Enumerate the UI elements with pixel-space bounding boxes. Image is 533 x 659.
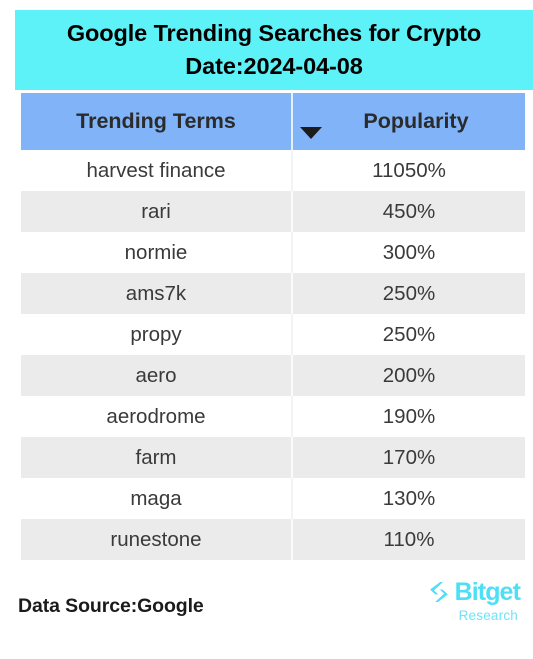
cell-trending-term: normie [21,232,293,273]
cell-trending-term: aerodrome [21,396,293,437]
cell-popularity: 110% [292,519,525,560]
table-row: maga 130% [21,478,525,519]
table-header-row: Trending Terms Popularity [21,93,525,150]
cell-popularity: 250% [292,314,525,355]
cell-trending-term: rari [21,191,293,232]
table-row: runestone 110% [21,519,525,560]
cell-popularity: 130% [292,478,525,519]
cell-trending-term: ams7k [21,273,293,314]
cell-popularity: 11050% [292,150,525,191]
table-body: harvest finance 11050% rari 450% normie 300% a… [21,150,525,560]
table-row: aero 200% [21,355,525,396]
cell-trending-term: harvest finance [21,150,293,191]
column-header-trending-terms-label: Trending Terms [76,109,236,133]
chevron-down-icon[interactable] [300,127,322,139]
table-row: rari 450% [21,191,525,232]
data-source-label: Data Source:Google [18,595,204,617]
bitget-research-logo: Bitget Research [406,577,521,624]
table-row: harvest finance 11050% [21,150,525,191]
cell-popularity: 300% [292,232,525,273]
table-row: normie 300% [21,232,525,273]
trending-searches-table: Trending Terms Popularity harvest financ… [21,93,525,560]
cell-trending-term: maga [21,478,293,519]
cell-trending-term: aero [21,355,293,396]
table-row: aerodrome 190% [21,396,525,437]
page-title-line-1: Google Trending Searches for Crypto [66,20,482,46]
cell-popularity: 200% [292,355,525,396]
cell-trending-term: farm [21,437,293,478]
cell-popularity: 170% [292,437,525,478]
brand-name: Bitget [454,578,521,606]
column-header-trending-terms[interactable]: Trending Terms [21,93,293,150]
table-row: propy 250% [21,314,525,355]
table-row: ams7k 250% [21,273,525,314]
cell-trending-term: runestone [21,519,293,560]
table-row: farm 170% [21,437,525,478]
cell-popularity: 250% [292,273,525,314]
title-banner: Google Trending Searches for Crypto Date… [15,10,533,90]
table-header: Trending Terms Popularity [21,93,525,150]
column-header-popularity-label: Popularity [363,109,469,133]
page-title-line-2: Date:2024-04-08 [185,53,363,79]
bitget-logo-icon [429,582,448,602]
cell-trending-term: propy [21,314,293,355]
footer: Data Source:Google Bitget Research [0,579,533,659]
brand-subtitle: Research [458,608,518,623]
column-header-popularity[interactable]: Popularity [292,93,525,150]
cell-popularity: 450% [292,191,525,232]
brand-lockup: Bitget [406,577,521,607]
cell-popularity: 190% [292,396,525,437]
